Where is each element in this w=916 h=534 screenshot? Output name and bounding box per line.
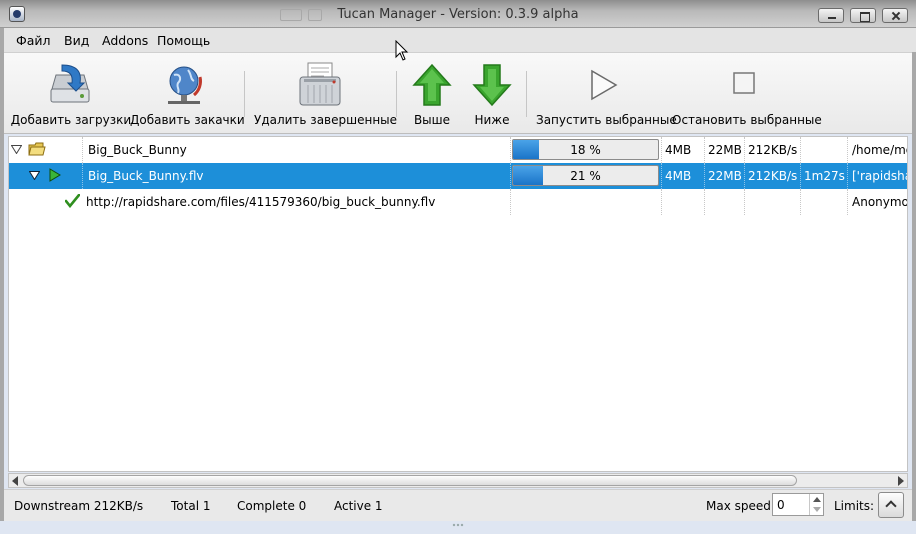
menu-bar: Файл Вид Addons Помощь — [0, 28, 916, 52]
package-progress-bar: 18 % — [512, 139, 659, 160]
package-name: Big_Buck_Bunny — [88, 143, 187, 157]
column-divider — [510, 163, 511, 189]
window-title: Tucan Manager - Version: 0.3.9 alpha — [337, 7, 579, 22]
package-progress-text: 18 % — [570, 143, 601, 157]
remove-completed-label: Удалить завершенные — [254, 113, 398, 127]
add-downloads-label: Добавить загрузки — [10, 113, 132, 127]
mouse-pointer-icon — [395, 40, 409, 61]
maximize-button[interactable] — [850, 8, 876, 23]
file-name: Big_Buck_Bunny.flv — [88, 169, 204, 183]
move-down-label: Ниже — [474, 113, 510, 127]
column-divider — [800, 189, 801, 215]
status-bar: Downstream 212KB/s Total 1 Complete 0 Ac… — [4, 489, 912, 521]
column-divider — [661, 189, 662, 215]
resize-grip[interactable] — [452, 523, 464, 527]
checkmark-icon — [65, 194, 80, 208]
stop-selected-label: Остановить выбранные — [672, 113, 822, 127]
column-divider — [744, 137, 745, 163]
package-total: 22MB — [708, 143, 742, 157]
link-row[interactable]: http://rapidshare.com/files/411579360/bi… — [9, 189, 907, 215]
column-divider — [82, 163, 83, 189]
package-row[interactable]: Big_Buck_Bunny 18 % 4MB 22MB 212KB/s /ho… — [9, 137, 907, 163]
file-plugins: ['rapidsha — [852, 169, 908, 183]
menu-view[interactable]: Вид — [64, 33, 89, 48]
arrow-down-icon — [472, 64, 512, 107]
package-downloaded: 4MB — [665, 143, 692, 157]
file-progress-bar: 21 % — [512, 165, 659, 186]
scroll-left-arrow-icon[interactable] — [12, 476, 18, 486]
expander-open-icon[interactable] — [29, 171, 40, 180]
add-uploads-label: Добавить закачки — [130, 113, 245, 127]
limits-toggle-button[interactable] — [878, 492, 904, 518]
close-button[interactable] — [882, 8, 908, 23]
downstream-status: Downstream 212KB/s — [14, 499, 144, 513]
file-downloaded: 4MB — [665, 169, 692, 183]
file-speed: 212KB/s — [748, 169, 798, 183]
column-divider — [744, 189, 745, 215]
menu-help[interactable]: Помощь — [157, 33, 210, 48]
add-uploads-button[interactable]: Добавить закачки — [130, 53, 245, 135]
stop-selected-button[interactable]: Остановить выбранные — [672, 53, 822, 135]
column-divider — [800, 137, 801, 163]
column-divider — [704, 163, 705, 189]
column-divider — [744, 163, 745, 189]
file-progress-text: 21 % — [570, 169, 601, 183]
add-downloads-button[interactable]: Добавить загрузки — [10, 53, 132, 135]
stop-icon — [733, 72, 755, 94]
scroll-right-arrow-icon[interactable] — [898, 476, 904, 486]
max-speed-spinner[interactable] — [809, 494, 823, 515]
file-total: 22MB — [708, 169, 742, 183]
complete-status: Complete 0 — [237, 499, 307, 513]
hard-drive-download-icon — [50, 64, 90, 103]
column-divider — [661, 163, 662, 189]
package-path: /home/moo — [852, 143, 907, 157]
toolbar-separator — [396, 71, 397, 117]
column-divider — [510, 137, 511, 163]
total-status: Total 1 — [171, 499, 211, 513]
menu-file[interactable]: Файл — [16, 33, 51, 48]
column-divider — [82, 137, 83, 163]
link-account: Anonymous — [852, 195, 907, 209]
column-divider — [661, 137, 662, 163]
arrow-up-icon — [412, 63, 452, 106]
column-divider — [847, 137, 848, 163]
file-row[interactable]: Big_Buck_Bunny.flv 21 % 4MB 22MB 212KB/s… — [9, 163, 908, 189]
link-url: http://rapidshare.com/files/411579360/bi… — [86, 195, 436, 209]
package-speed: 212KB/s — [748, 143, 798, 157]
window-frame-right — [912, 28, 916, 534]
file-time-left: 1m27s — [804, 169, 845, 183]
toolbar-separator — [526, 71, 527, 117]
horizontal-scrollbar[interactable] — [8, 473, 908, 488]
play-icon — [591, 69, 618, 101]
column-divider — [704, 137, 705, 163]
column-divider — [847, 163, 848, 189]
start-selected-label: Запустить выбранные — [536, 113, 677, 127]
shredder-icon — [299, 62, 341, 106]
column-divider — [800, 163, 801, 189]
active-status: Active 1 — [334, 499, 383, 513]
move-up-button[interactable]: Выше — [404, 53, 460, 135]
toolbar-separator — [244, 71, 245, 117]
downloading-play-icon — [49, 168, 61, 182]
toolbar: Добавить загрузки Добавить закачки Удали… — [4, 52, 912, 134]
expander-open-icon[interactable] — [11, 145, 22, 154]
remove-completed-button[interactable]: Удалить завершенные — [254, 53, 398, 135]
limits-label: Limits: — [834, 499, 875, 513]
minimize-button[interactable] — [818, 8, 844, 23]
folder-icon — [28, 142, 46, 156]
start-selected-button[interactable]: Запустить выбранные — [536, 53, 677, 135]
network-globe-icon — [168, 66, 202, 104]
move-up-label: Выше — [413, 113, 451, 127]
column-divider — [704, 189, 705, 215]
title-bar[interactable]: Tucan Manager - Version: 0.3.9 alpha — [0, 0, 916, 28]
column-divider — [847, 189, 848, 215]
menu-addons[interactable]: Addons — [102, 33, 148, 48]
scrollbar-thumb[interactable] — [23, 475, 797, 486]
move-down-button[interactable]: Ниже — [464, 53, 520, 135]
max-speed-label: Max speed: — [706, 499, 775, 513]
column-divider — [510, 189, 511, 215]
downloads-tree[interactable]: Big_Buck_Bunny 18 % 4MB 22MB 212KB/s /ho… — [8, 136, 908, 472]
